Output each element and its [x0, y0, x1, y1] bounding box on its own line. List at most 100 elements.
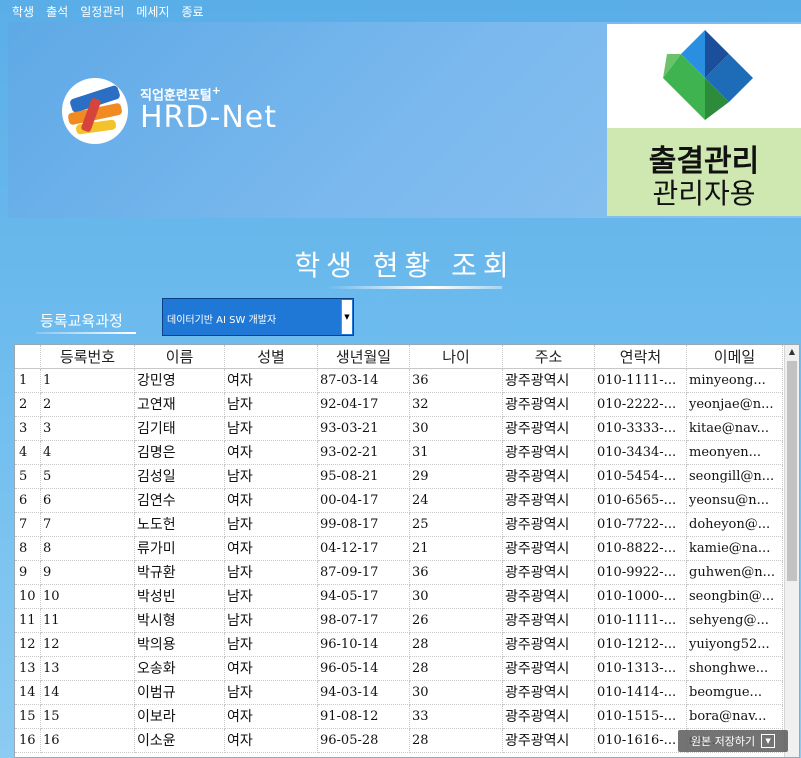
table-cell[interactable]: sehyeng@... [687, 609, 783, 633]
table-cell[interactable]: 13 [41, 657, 135, 681]
table-cell[interactable]: 9 [41, 561, 135, 585]
table-cell[interactable]: 00-04-17 [318, 489, 410, 513]
table-cell[interactable]: 여자 [225, 705, 318, 729]
table-cell[interactable]: 010-1515-... [595, 705, 687, 729]
table-cell[interactable]: 28 [410, 657, 503, 681]
menu-item-student[interactable]: 학생 [0, 0, 40, 24]
column-header[interactable]: 생년월일 [318, 345, 410, 369]
table-cell[interactable]: 25 [410, 513, 503, 537]
table-cell[interactable]: 강민영 [135, 369, 225, 393]
student-grid[interactable]: 등록번호 이름 성별 생년월일 나이 주소 연락처 이메일 1 1 강민영 여자 87-03-14 36 광… [14, 344, 800, 758]
column-header[interactable]: 연락처 [595, 345, 687, 369]
table-cell[interactable]: 91-08-12 [318, 705, 410, 729]
table-cell[interactable]: 010-1414-... [595, 681, 687, 705]
table-cell[interactable]: 36 [410, 561, 503, 585]
table-cell[interactable]: 010-1616-... [595, 729, 687, 753]
table-cell[interactable]: 24 [410, 489, 503, 513]
table-cell[interactable]: seongbin@... [687, 585, 783, 609]
chevron-down-icon[interactable]: ▼ [341, 300, 352, 334]
table-cell[interactable]: bora@nav... [687, 705, 783, 729]
table-cell[interactable]: 광주광역시 [503, 561, 595, 585]
table-cell[interactable]: 10 [41, 585, 135, 609]
column-header[interactable]: 성별 [225, 345, 318, 369]
menu-item-exit[interactable]: 종료 [175, 0, 209, 24]
table-cell[interactable]: 96-10-14 [318, 633, 410, 657]
table-cell[interactable]: 2 [41, 393, 135, 417]
table-cell[interactable]: 류가미 [135, 537, 225, 561]
table-cell[interactable]: meonyen... [687, 441, 783, 465]
table-cell[interactable]: 7 [41, 513, 135, 537]
table-cell[interactable]: 12 [41, 633, 135, 657]
table-cell[interactable]: 광주광역시 [503, 513, 595, 537]
scroll-up-icon[interactable]: ▲ [785, 345, 799, 359]
table-cell[interactable]: 5 [41, 465, 135, 489]
table-cell[interactable]: 010-5454-... [595, 465, 687, 489]
table-cell[interactable]: 남자 [225, 513, 318, 537]
table-cell[interactable]: 36 [410, 369, 503, 393]
table-cell[interactable]: 30 [410, 681, 503, 705]
save-original-button[interactable]: 원본 저장하기 ▼ [678, 730, 788, 752]
column-header[interactable]: 이름 [135, 345, 225, 369]
table-cell[interactable]: yeonsu@n... [687, 489, 783, 513]
table-cell[interactable]: 이보라 [135, 705, 225, 729]
table-cell[interactable]: 30 [410, 585, 503, 609]
menu-item-message[interactable]: 메세지 [130, 0, 175, 24]
table-cell[interactable]: 04-12-17 [318, 537, 410, 561]
table-cell[interactable]: 3 [41, 417, 135, 441]
table-cell[interactable]: 010-1000-... [595, 585, 687, 609]
table-cell[interactable]: minyeong... [687, 369, 783, 393]
table-cell[interactable]: 박시형 [135, 609, 225, 633]
table-cell[interactable]: 6 [41, 489, 135, 513]
table-cell[interactable]: 노도헌 [135, 513, 225, 537]
table-cell[interactable]: 남자 [225, 465, 318, 489]
table-cell[interactable]: 15 [41, 705, 135, 729]
table-cell[interactable]: 남자 [225, 681, 318, 705]
table-cell[interactable]: 박규환 [135, 561, 225, 585]
table-cell[interactable]: 11 [41, 609, 135, 633]
table-cell[interactable]: 010-3434-... [595, 441, 687, 465]
table-cell[interactable]: 010-8822-... [595, 537, 687, 561]
table-cell[interactable]: 광주광역시 [503, 369, 595, 393]
table-cell[interactable]: 16 [41, 729, 135, 753]
table-cell[interactable]: 4 [41, 441, 135, 465]
table-cell[interactable]: 8 [41, 537, 135, 561]
table-cell[interactable]: 광주광역시 [503, 705, 595, 729]
table-cell[interactable]: kamie@na... [687, 537, 783, 561]
table-cell[interactable]: 33 [410, 705, 503, 729]
chevron-down-icon[interactable]: ▼ [761, 734, 776, 748]
table-cell[interactable]: beomgue... [687, 681, 783, 705]
column-header[interactable]: 등록번호 [41, 345, 135, 369]
table-cell[interactable]: 광주광역시 [503, 417, 595, 441]
table-cell[interactable]: 오송화 [135, 657, 225, 681]
table-cell[interactable]: 93-02-21 [318, 441, 410, 465]
table-cell[interactable]: 010-1111-... [595, 609, 687, 633]
table-cell[interactable]: 010-3333-... [595, 417, 687, 441]
table-cell[interactable]: 광주광역시 [503, 441, 595, 465]
table-cell[interactable]: shonghwe... [687, 657, 783, 681]
table-cell[interactable]: 14 [41, 681, 135, 705]
table-cell[interactable]: 32 [410, 393, 503, 417]
table-cell[interactable]: 93-03-21 [318, 417, 410, 441]
table-cell[interactable]: 010-6565-... [595, 489, 687, 513]
table-cell[interactable]: kitae@nav... [687, 417, 783, 441]
table-cell[interactable]: 김연수 [135, 489, 225, 513]
table-cell[interactable]: 광주광역시 [503, 681, 595, 705]
table-cell[interactable]: 94-05-17 [318, 585, 410, 609]
table-cell[interactable]: 96-05-28 [318, 729, 410, 753]
table-cell[interactable]: 여자 [225, 441, 318, 465]
column-header[interactable]: 이메일 [687, 345, 783, 369]
table-cell[interactable]: yuiyong52... [687, 633, 783, 657]
table-cell[interactable]: doheyon@... [687, 513, 783, 537]
table-cell[interactable]: 남자 [225, 417, 318, 441]
table-cell[interactable]: 21 [410, 537, 503, 561]
table-cell[interactable]: 30 [410, 417, 503, 441]
table-cell[interactable]: 남자 [225, 393, 318, 417]
table-cell[interactable]: 고연재 [135, 393, 225, 417]
table-cell[interactable]: 남자 [225, 585, 318, 609]
table-cell[interactable]: 28 [410, 633, 503, 657]
table-cell[interactable]: yeonjae@n... [687, 393, 783, 417]
table-cell[interactable]: 010-9922-... [595, 561, 687, 585]
menu-item-schedule[interactable]: 일정관리 [74, 0, 130, 24]
table-cell[interactable]: 광주광역시 [503, 729, 595, 753]
table-cell[interactable]: 92-04-17 [318, 393, 410, 417]
